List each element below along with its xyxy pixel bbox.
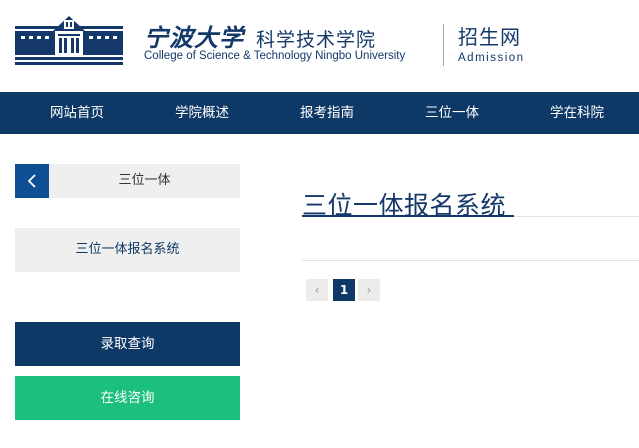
- nav-item-home[interactable]: 网站首页: [22, 92, 132, 134]
- nav-item-guide[interactable]: 报考指南: [272, 92, 382, 134]
- university-name-cn: 宁波大学: [144, 23, 244, 52]
- nav-item-three-in-one[interactable]: 三位一体: [397, 92, 507, 134]
- school-name-en: College of Science & Technology Ningbo U…: [144, 50, 406, 62]
- admission-brand: 招生网 Admission: [458, 24, 525, 64]
- school-name-cn: 科学技术学院: [256, 29, 377, 51]
- nav-item-campus-life[interactable]: 学在科院: [522, 92, 632, 134]
- university-building-logo[interactable]: [15, 14, 123, 66]
- current-page-button[interactable]: 1: [333, 279, 355, 301]
- main-navigation: 网站首页 学院概述 报考指南 三位一体 学在科院: [0, 92, 639, 134]
- chevron-left-icon: [27, 174, 36, 188]
- back-button[interactable]: [15, 164, 49, 198]
- brand-divider: [443, 24, 444, 66]
- title-underline: [302, 215, 514, 217]
- online-consult-button[interactable]: 在线咨询: [15, 376, 240, 420]
- admission-title-cn: 招生网: [458, 25, 521, 49]
- prev-page-button[interactable]: ‹: [306, 279, 328, 301]
- next-page-button[interactable]: ›: [358, 279, 380, 301]
- brand-name-cn: 宁波大学 科学技术学院: [144, 18, 405, 52]
- sidebar-heading: 三位一体: [15, 164, 240, 198]
- sidebar-heading-title: 三位一体: [118, 173, 171, 188]
- admission-query-button[interactable]: 录取查询: [15, 322, 240, 366]
- admission-title-en: Admission: [458, 52, 525, 64]
- nav-item-about[interactable]: 学院概述: [147, 92, 257, 134]
- sidebar-item-registration[interactable]: 三位一体报名系统: [15, 228, 240, 272]
- school-brand: 宁波大学 科学技术学院 College of Science & Technol…: [144, 18, 405, 62]
- content-divider: [302, 260, 639, 261]
- site-header: 宁波大学 科学技术学院 College of Science & Technol…: [0, 0, 639, 92]
